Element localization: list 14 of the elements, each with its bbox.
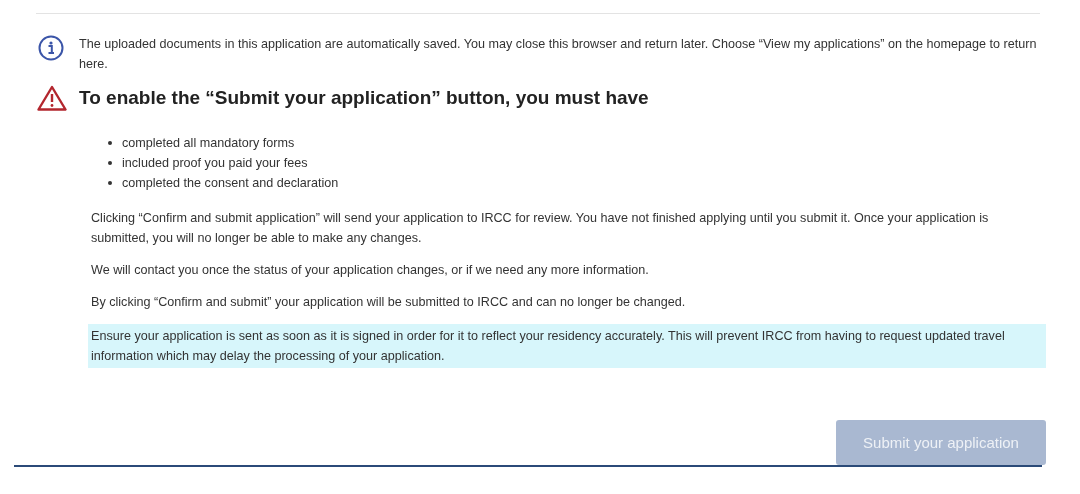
warning-icon bbox=[37, 85, 67, 111]
paragraph: Clicking “Confirm and submit application” will send your application to IRCC for review. You have not finished applying until you submit it. Once your application is submitted, you will no longer be able to make any changes. bbox=[91, 210, 990, 247]
bullet-icon bbox=[108, 181, 112, 185]
requirement-item: completed all mandatory forms bbox=[122, 135, 295, 152]
bullet-icon bbox=[108, 141, 112, 145]
highlighted-notice: Ensure your application is sent as soon as it is signed in order for it to reflect your residency accurately. This will prevent IRCC from having to request updated travel information which may delay the processing of your application. bbox=[88, 324, 1046, 368]
bullet-icon bbox=[108, 161, 112, 165]
requirement-item: included proof you paid your fees bbox=[122, 155, 308, 172]
info-icon bbox=[38, 35, 64, 61]
info-notice: The uploaded documents in this application are automatically saved. You may close this browser and return later. Choose “View my applications” on the homepage to return here. bbox=[79, 36, 1038, 73]
paragraph: By clicking “Confirm and submit” your application will be submitted to IRCC and can no longer be changed. bbox=[91, 294, 687, 311]
warning-heading: To enable the “Submit your application” button, you must have bbox=[79, 87, 649, 109]
paragraph: We will contact you once the status of your application changes, or if we need any more information. bbox=[91, 262, 650, 279]
requirement-item: completed the consent and declaration bbox=[122, 175, 339, 192]
